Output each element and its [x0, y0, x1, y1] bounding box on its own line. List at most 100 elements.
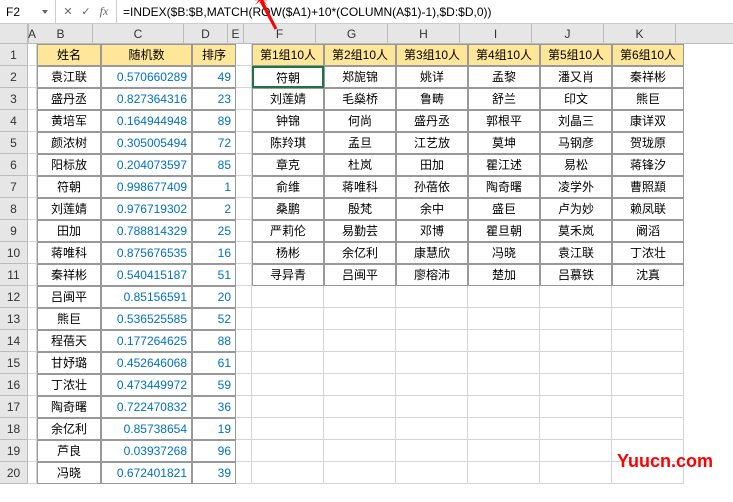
- name-cell[interactable]: 熊巨: [37, 308, 101, 330]
- group-cell[interactable]: 马钢彦: [540, 132, 612, 154]
- cell[interactable]: [236, 220, 252, 242]
- group-cell[interactable]: 吕闽平: [324, 264, 396, 286]
- group-cell[interactable]: 孙蓓依: [396, 176, 468, 198]
- fx-icon[interactable]: fx: [96, 4, 112, 20]
- cell[interactable]: [28, 198, 37, 220]
- name-cell[interactable]: 田加: [37, 220, 101, 242]
- group-cell[interactable]: 熊巨: [612, 88, 684, 110]
- header-cell[interactable]: 第5组10人: [540, 44, 612, 66]
- group-cell[interactable]: 余中: [396, 198, 468, 220]
- random-cell[interactable]: 0.452646068: [101, 352, 192, 374]
- cell[interactable]: [236, 242, 252, 264]
- name-cell[interactable]: 秦祥彬: [37, 264, 101, 286]
- cell[interactable]: [28, 308, 37, 330]
- group-cell[interactable]: 寻异青: [252, 264, 324, 286]
- group-cell[interactable]: 毛燊桥: [324, 88, 396, 110]
- header-cell[interactable]: 第1组10人: [252, 44, 324, 66]
- random-cell[interactable]: 0.788814329: [101, 220, 192, 242]
- random-cell[interactable]: 0.85738654: [101, 418, 192, 440]
- cell[interactable]: [236, 88, 252, 110]
- rank-cell[interactable]: 25: [192, 220, 236, 242]
- col-header[interactable]: I: [460, 24, 532, 43]
- cell[interactable]: [28, 352, 37, 374]
- empty-cell[interactable]: [252, 462, 324, 484]
- name-cell[interactable]: 黄培军: [37, 110, 101, 132]
- group-cell[interactable]: 卢为妙: [540, 198, 612, 220]
- cell[interactable]: [28, 264, 37, 286]
- group-cell[interactable]: 印文: [540, 88, 612, 110]
- empty-cell[interactable]: [468, 462, 540, 484]
- group-cell[interactable]: 凌学外: [540, 176, 612, 198]
- group-cell[interactable]: 严莉伦: [252, 220, 324, 242]
- empty-cell[interactable]: [396, 330, 468, 352]
- empty-cell[interactable]: [468, 286, 540, 308]
- empty-cell[interactable]: [324, 396, 396, 418]
- random-cell[interactable]: 0.976719302: [101, 198, 192, 220]
- cell[interactable]: [28, 220, 37, 242]
- row-header[interactable]: 11: [0, 264, 28, 286]
- random-cell[interactable]: 0.03937268: [101, 440, 192, 462]
- cell[interactable]: [236, 264, 252, 286]
- random-cell[interactable]: 0.177264625: [101, 330, 192, 352]
- rank-cell[interactable]: 51: [192, 264, 236, 286]
- group-cell[interactable]: 潘又肖: [540, 66, 612, 88]
- group-cell[interactable]: 康详双: [612, 110, 684, 132]
- empty-cell[interactable]: [540, 308, 612, 330]
- group-cell[interactable]: 姚详: [396, 66, 468, 88]
- row-header[interactable]: 3: [0, 88, 28, 110]
- group-cell[interactable]: 莫禾岚: [540, 220, 612, 242]
- header-cell[interactable]: 随机数: [101, 44, 192, 66]
- rank-cell[interactable]: 39: [192, 462, 236, 484]
- group-cell[interactable]: 贺珑原: [612, 132, 684, 154]
- group-cell[interactable]: 蒋锋汐: [612, 154, 684, 176]
- name-cell[interactable]: 余亿利: [37, 418, 101, 440]
- group-cell[interactable]: 吕慕铁: [540, 264, 612, 286]
- name-cell[interactable]: 吕闽平: [37, 286, 101, 308]
- empty-cell[interactable]: [252, 308, 324, 330]
- random-cell[interactable]: 0.536525585: [101, 308, 192, 330]
- header-cell[interactable]: 第2组10人: [324, 44, 396, 66]
- group-cell[interactable]: 康慧欣: [396, 242, 468, 264]
- cell[interactable]: [236, 286, 252, 308]
- row-header[interactable]: 2: [0, 66, 28, 88]
- group-cell[interactable]: 郑旎锦: [324, 66, 396, 88]
- cell[interactable]: [28, 88, 37, 110]
- group-cell[interactable]: 鲁畴: [396, 88, 468, 110]
- row-header[interactable]: 6: [0, 154, 28, 176]
- name-cell[interactable]: 颜浓树: [37, 132, 101, 154]
- random-cell[interactable]: 0.672401821: [101, 462, 192, 484]
- cell[interactable]: [236, 352, 252, 374]
- empty-cell[interactable]: [396, 352, 468, 374]
- rank-cell[interactable]: 23: [192, 88, 236, 110]
- empty-cell[interactable]: [612, 418, 684, 440]
- empty-cell[interactable]: [468, 418, 540, 440]
- name-cell[interactable]: 芦良: [37, 440, 101, 462]
- empty-cell[interactable]: [324, 352, 396, 374]
- random-cell[interactable]: 0.998677409: [101, 176, 192, 198]
- random-cell[interactable]: 0.875676535: [101, 242, 192, 264]
- group-cell[interactable]: 陈羚琪: [252, 132, 324, 154]
- group-cell[interactable]: 易松: [540, 154, 612, 176]
- group-cell[interactable]: 邓博: [396, 220, 468, 242]
- empty-cell[interactable]: [612, 352, 684, 374]
- name-cell[interactable]: 甘妤璐: [37, 352, 101, 374]
- empty-cell[interactable]: [324, 330, 396, 352]
- random-cell[interactable]: 0.570660289: [101, 66, 192, 88]
- group-cell[interactable]: 孟旦: [324, 132, 396, 154]
- empty-cell[interactable]: [396, 440, 468, 462]
- group-cell[interactable]: 殷梵: [324, 198, 396, 220]
- row-header[interactable]: 17: [0, 396, 28, 418]
- rank-cell[interactable]: 72: [192, 132, 236, 154]
- empty-cell[interactable]: [252, 330, 324, 352]
- group-cell[interactable]: 符朝: [252, 66, 324, 88]
- rank-cell[interactable]: 59: [192, 374, 236, 396]
- cell[interactable]: [28, 462, 37, 484]
- rank-cell[interactable]: 88: [192, 330, 236, 352]
- empty-cell[interactable]: [540, 286, 612, 308]
- row-header[interactable]: 7: [0, 176, 28, 198]
- empty-cell[interactable]: [324, 440, 396, 462]
- empty-cell[interactable]: [612, 396, 684, 418]
- rank-cell[interactable]: 85: [192, 154, 236, 176]
- empty-cell[interactable]: [540, 418, 612, 440]
- group-cell[interactable]: 刘莲婧: [252, 88, 324, 110]
